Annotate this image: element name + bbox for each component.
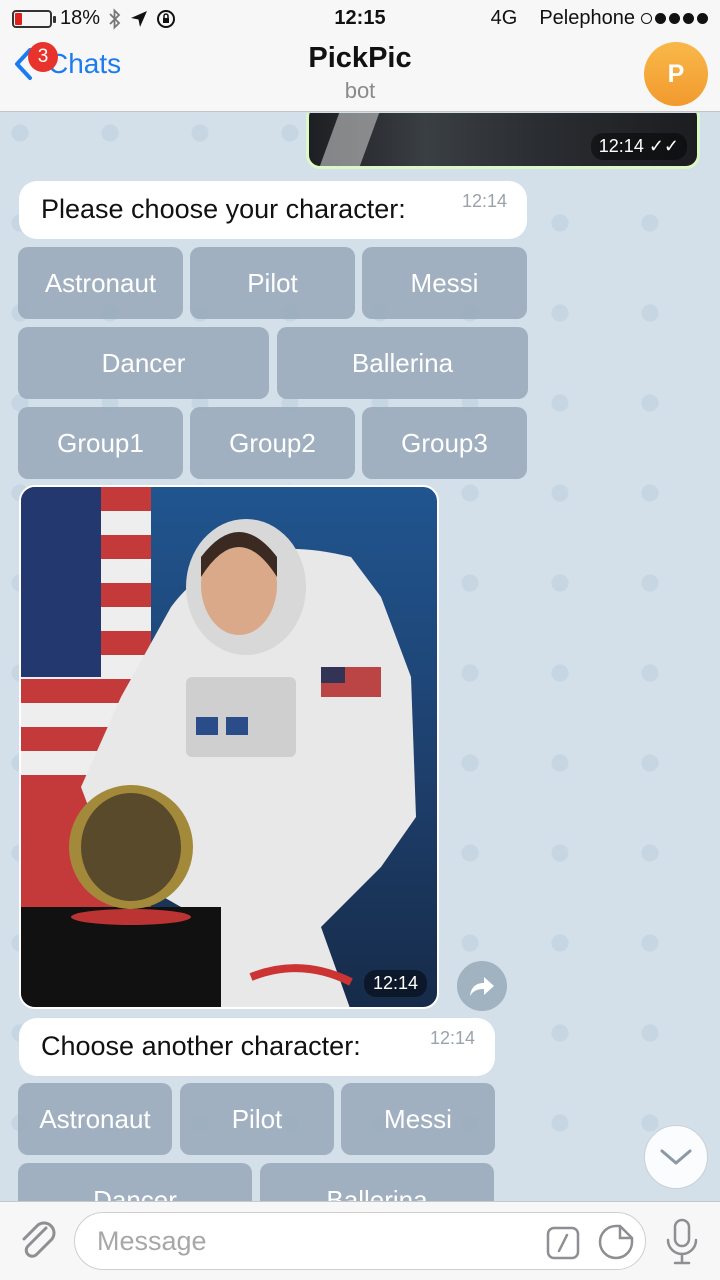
input-bar xyxy=(0,1201,720,1280)
signal-icon xyxy=(641,13,708,24)
kb-button-dancer[interactable]: Dancer xyxy=(18,327,269,399)
chat-title[interactable]: PickPic xyxy=(0,42,720,75)
command-icon[interactable] xyxy=(546,1226,580,1260)
photo-time: 12:14 xyxy=(363,970,427,997)
status-right: 4G Pelephone xyxy=(491,7,708,30)
share-button[interactable] xyxy=(457,961,507,1011)
message-prompt-1: Please choose your character: 12:14 xyxy=(19,181,527,239)
chevron-down-icon xyxy=(660,1149,692,1165)
attach-icon[interactable] xyxy=(16,1218,60,1264)
kb-button-ballerina[interactable]: Ballerina xyxy=(260,1163,494,1201)
message-time: 12:14 xyxy=(429,1028,475,1048)
kb-button-ballerina[interactable]: Ballerina xyxy=(277,327,528,399)
chat-area[interactable]: 12:14 ✓✓ Please choose your character: 1… xyxy=(0,113,720,1201)
chat-header: 3 Chats PickPic bot P xyxy=(0,36,720,112)
kb-button-pilot[interactable]: Pilot xyxy=(190,247,355,319)
kb-button-messi[interactable]: Messi xyxy=(362,247,527,319)
kb-button-group3[interactable]: Group3 xyxy=(362,407,527,479)
mic-icon[interactable] xyxy=(664,1218,700,1266)
message-prompt-2: Choose another character: 12:14 xyxy=(19,1018,495,1076)
carrier-label: Pelephone xyxy=(539,7,635,29)
kb-button-messi[interactable]: Messi xyxy=(341,1083,495,1155)
astronaut-photo xyxy=(21,487,416,1007)
message-time: 12:14 xyxy=(461,191,507,211)
sticker-icon[interactable] xyxy=(598,1224,634,1260)
message-text: Choose another character: xyxy=(41,1031,361,1061)
photo-message-astronaut[interactable]: 12:14 xyxy=(19,485,439,1009)
message-text: Please choose your character: xyxy=(41,194,406,224)
kb-button-group2[interactable]: Group2 xyxy=(190,407,355,479)
share-icon xyxy=(470,977,494,996)
outgoing-photo-message[interactable]: 12:14 ✓✓ xyxy=(306,113,700,169)
kb-button-dancer[interactable]: Dancer xyxy=(18,1163,252,1201)
status-bar: 18% 12:15 4G Pelephone xyxy=(0,0,720,36)
kb-button-astronaut[interactable]: Astronaut xyxy=(18,247,183,319)
scroll-down-button[interactable] xyxy=(644,1125,708,1189)
chat-subtitle: bot xyxy=(344,78,376,103)
kb-button-astronaut[interactable]: Astronaut xyxy=(18,1083,172,1155)
kb-button-pilot[interactable]: Pilot xyxy=(180,1083,334,1155)
kb-button-group1[interactable]: Group1 xyxy=(18,407,183,479)
outgoing-photo-time: 12:14 ✓✓ xyxy=(590,133,687,160)
network-label: 4G xyxy=(490,7,518,29)
avatar[interactable]: P xyxy=(644,42,708,106)
